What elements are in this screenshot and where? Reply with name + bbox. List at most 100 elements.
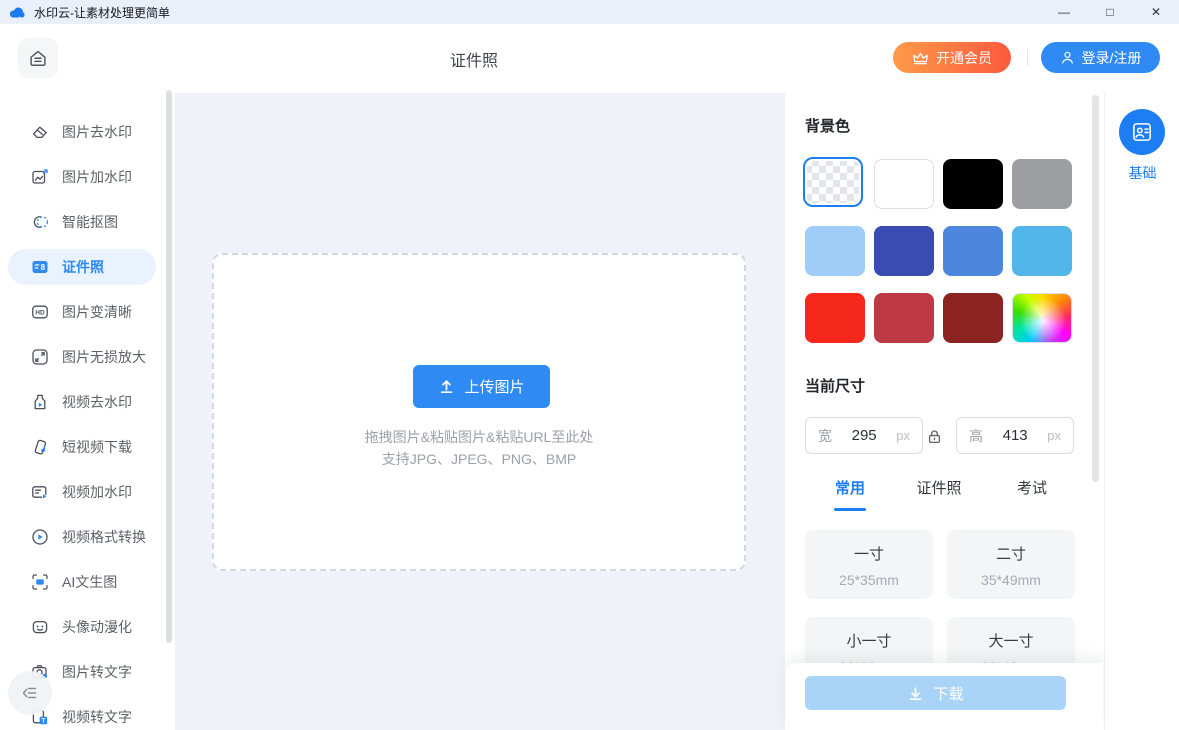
height-input[interactable] — [983, 427, 1047, 444]
color-swatch-sky-blue[interactable] — [1012, 226, 1072, 276]
height-label: 高 — [969, 426, 983, 446]
upload-dropzone[interactable]: 上传图片 拖拽图片&粘贴图片&粘贴URL至此处 支持JPG、JPEG、PNG、B… — [212, 253, 746, 571]
preset-name: 小一寸 — [805, 630, 933, 651]
login-button[interactable]: 登录/注册 — [1041, 42, 1160, 73]
sidebar-item-label: 视频转文字 — [62, 707, 132, 727]
height-field[interactable]: 高 px — [956, 417, 1074, 454]
sidebar-item-video-add-watermark[interactable]: 视频加水印 — [0, 469, 175, 514]
preset-name: 一寸 — [805, 543, 933, 564]
svg-text:T: T — [41, 717, 45, 724]
sidebar-item-ai-text-to-image[interactable]: AI文生图 — [0, 559, 175, 604]
home-button[interactable] — [18, 38, 58, 78]
current-size-title: 当前尺寸 — [805, 375, 865, 396]
upload-icon — [438, 378, 455, 395]
top-bar: 证件照 开通会员 登录/注册 — [0, 24, 1179, 93]
basic-mode-button[interactable] — [1119, 109, 1165, 155]
sidebar-item-avatar-cartoonize[interactable]: 头像动漫化 — [0, 604, 175, 649]
download-icon — [907, 685, 924, 702]
title-bar: 水印云-让素材处理更简单 — □ ✕ — [0, 0, 1179, 24]
sidebar-item-lossless-enlarge[interactable]: 图片无损放大 — [0, 334, 175, 379]
right-rail: 基础 — [1104, 93, 1179, 730]
close-button[interactable]: ✕ — [1133, 0, 1179, 24]
vip-button-label: 开通会员 — [936, 48, 992, 68]
preset-size: 25*35mm — [805, 572, 933, 588]
tab-common[interactable]: 常用 — [825, 477, 875, 507]
download-button[interactable]: 下载 — [805, 676, 1066, 710]
avatar-cartoon-icon — [31, 618, 49, 636]
eraser-icon — [31, 123, 49, 141]
color-swatch-black[interactable] — [943, 159, 1003, 209]
window-title: 水印云-让素材处理更简单 — [34, 4, 170, 21]
background-color-title: 背景色 — [805, 115, 850, 136]
color-swatch-blue[interactable] — [943, 226, 1003, 276]
page-title: 证件照 — [394, 24, 554, 93]
color-swatch-transparent[interactable] — [803, 157, 863, 207]
color-swatch-maroon[interactable] — [943, 293, 1003, 343]
main-area: 上传图片 拖拽图片&粘贴图片&粘贴URL至此处 支持JPG、JPEG、PNG、B… — [175, 93, 785, 730]
color-swatch-indigo[interactable] — [874, 226, 934, 276]
sidebar-item-label: 视频去水印 — [62, 392, 132, 412]
color-swatch-crimson[interactable] — [874, 293, 934, 343]
preset-name: 二寸 — [947, 543, 1075, 564]
sidebar-item-video-format-convert[interactable]: 视频格式转换 — [0, 514, 175, 559]
sidebar-item-label: 智能抠图 — [62, 212, 118, 232]
ai-image-icon — [31, 573, 49, 591]
sidebar-item-label: 头像动漫化 — [62, 617, 132, 637]
sidebar-item-add-watermark[interactable]: 图片加水印 — [0, 154, 175, 199]
collapse-sidebar-button[interactable] — [8, 671, 52, 715]
tab-exam[interactable]: 考试 — [1007, 477, 1057, 507]
color-swatch-custom-rainbow[interactable] — [1012, 293, 1072, 343]
video-download-icon — [31, 438, 49, 456]
preset-one-inch[interactable]: 一寸 25*35mm — [805, 530, 933, 599]
upload-button[interactable]: 上传图片 — [413, 365, 550, 408]
settings-panel: 背景色 当前尺寸 宽 px 高 px 常用 证件照 考试 一寸 25*35mm — [785, 93, 1104, 730]
sidebar-item-label: 图片去水印 — [62, 122, 132, 142]
width-field[interactable]: 宽 px — [805, 417, 923, 454]
sidebar-item-short-video-download[interactable]: 短视频下载 — [0, 424, 175, 469]
video-convert-icon — [31, 528, 49, 546]
sidebar-item-label: 视频加水印 — [62, 482, 132, 502]
vip-button[interactable]: 开通会员 — [893, 42, 1011, 73]
maximize-button[interactable]: □ — [1087, 0, 1133, 24]
minimize-button[interactable]: — — [1041, 0, 1087, 24]
upload-hint-line1: 拖拽图片&粘贴图片&粘贴URL至此处 — [214, 427, 744, 447]
aspect-lock-button[interactable] — [923, 425, 945, 447]
download-bar: 下载 — [785, 663, 1103, 730]
color-swatch-red[interactable] — [805, 293, 865, 343]
cutout-icon — [31, 213, 49, 231]
width-unit: px — [896, 428, 910, 443]
id-photo-frame-icon — [1131, 121, 1153, 143]
tab-id-photo[interactable]: 证件照 — [907, 477, 971, 507]
sidebar-scrollbar[interactable] — [166, 90, 172, 643]
collapse-menu-icon — [19, 682, 41, 704]
lock-icon — [926, 428, 943, 445]
width-input[interactable] — [832, 427, 896, 444]
sidebar-item-label: AI文生图 — [62, 572, 117, 592]
color-swatch-gray[interactable] — [1012, 159, 1072, 209]
sidebar-item-smart-cutout[interactable]: 智能抠图 — [0, 199, 175, 244]
sidebar-item-id-photo[interactable]: 8 证件照 — [0, 244, 175, 289]
video-eraser-icon — [31, 393, 49, 411]
sidebar-item-label: 图片转文字 — [62, 662, 132, 682]
sidebar-item-video-remove-watermark[interactable]: 视频去水印 — [0, 379, 175, 424]
upload-button-label: 上传图片 — [464, 376, 524, 397]
panel-scrollbar[interactable] — [1092, 95, 1099, 482]
id-photo-icon: 8 — [31, 258, 49, 276]
width-label: 宽 — [818, 426, 832, 446]
download-button-label: 下载 — [933, 683, 963, 704]
cloud-logo-icon — [9, 6, 26, 19]
sidebar: 图片去水印 图片加水印 智能抠图 8 — [0, 93, 175, 730]
header-divider — [1027, 49, 1028, 66]
color-swatch-light-blue[interactable] — [805, 226, 865, 276]
sidebar-item-label: 视频格式转换 — [62, 527, 146, 547]
sidebar-item-remove-watermark[interactable]: 图片去水印 — [0, 109, 175, 154]
hd-icon: HD — [31, 303, 49, 321]
home-icon — [28, 48, 48, 68]
preset-two-inch[interactable]: 二寸 35*49mm — [947, 530, 1075, 599]
size-category-tabs: 常用 证件照 考试 — [785, 477, 1104, 509]
sidebar-item-image-enhance[interactable]: HD 图片变清晰 — [0, 289, 175, 334]
color-swatch-white[interactable] — [874, 159, 934, 209]
preset-size: 35*49mm — [947, 572, 1075, 588]
sidebar-item-label: 短视频下载 — [62, 437, 132, 457]
basic-mode-label: 基础 — [1105, 163, 1179, 183]
